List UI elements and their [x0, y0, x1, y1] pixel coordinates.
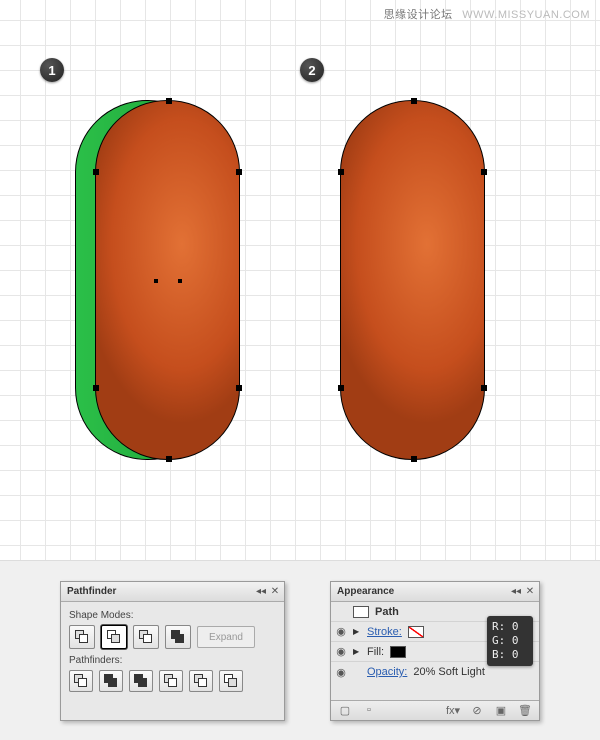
- anchor-point[interactable]: [93, 169, 99, 175]
- clear-appearance-button[interactable]: ⊘: [469, 704, 485, 717]
- fill-label: Fill:: [367, 646, 384, 658]
- stroke-swatch-none[interactable]: [408, 626, 424, 638]
- pathfinders-label: Pathfinders:: [69, 655, 276, 666]
- path-label: Path: [375, 606, 399, 618]
- step-badge-2: 2: [300, 58, 324, 82]
- anchor-point[interactable]: [338, 385, 344, 391]
- shapemode-minus-front-button[interactable]: [101, 625, 127, 649]
- rgb-g: G: 0: [492, 634, 528, 648]
- opacity-label[interactable]: Opacity:: [367, 666, 407, 678]
- path-thumbnail-icon: [353, 606, 369, 618]
- watermark-url: WWW.MISSYUAN.COM: [462, 9, 590, 21]
- opacity-value: 20% Soft Light: [413, 666, 485, 678]
- anchor-point[interactable]: [236, 385, 242, 391]
- panel-header[interactable]: Appearance ◂◂ ✕: [331, 582, 539, 602]
- anchor-point[interactable]: [481, 169, 487, 175]
- clone-appearance-button[interactable]: ▫: [361, 704, 377, 717]
- artboard[interactable]: 思缘设计论坛 WWW.MISSYUAN.COM 1 2: [0, 0, 600, 560]
- visibility-eye-icon[interactable]: ◉: [335, 666, 347, 679]
- pathfinder-merge-button[interactable]: [129, 670, 153, 692]
- stroke-label[interactable]: Stroke:: [367, 626, 402, 638]
- add-effect-button[interactable]: fx▾: [445, 704, 461, 717]
- panel-appearance[interactable]: Appearance ◂◂ ✕ Path ◉ ▶ Stroke: ◉ ▶ Fil…: [330, 581, 540, 721]
- visibility-eye-icon[interactable]: ◉: [335, 625, 347, 638]
- panel-collapse-icon[interactable]: ◂◂: [256, 586, 266, 597]
- expand-button: Expand: [197, 626, 255, 648]
- capsule-orange-1[interactable]: [95, 100, 240, 460]
- rgb-readout: R: 0 G: 0 B: 0: [487, 616, 533, 666]
- panel-title: Appearance: [337, 586, 394, 597]
- step-number: 1: [48, 63, 55, 78]
- handle-point[interactable]: [154, 279, 158, 283]
- anchor-point[interactable]: [93, 385, 99, 391]
- panel-title: Pathfinder: [67, 586, 116, 597]
- shapemode-exclude-button[interactable]: [165, 625, 191, 649]
- new-art-button[interactable]: ▢: [337, 704, 353, 717]
- rgb-r: R: 0: [492, 620, 528, 634]
- duplicate-item-button[interactable]: ▣: [493, 704, 509, 717]
- capsule-orange-2[interactable]: [340, 100, 485, 460]
- panels-area: Pathfinder ◂◂ ✕ Shape Modes: Expand Path…: [0, 560, 600, 740]
- panel-body: Shape Modes: Expand Pathfinders:: [61, 602, 284, 704]
- panel-menu-icon[interactable]: ✕: [525, 586, 535, 597]
- panel-footer: ▢ ▫ fx▾ ⊘ ▣ 🗑: [331, 700, 539, 720]
- pathfinder-trim-button[interactable]: [99, 670, 123, 692]
- anchor-point[interactable]: [481, 385, 487, 391]
- panel-pathfinder[interactable]: Pathfinder ◂◂ ✕ Shape Modes: Expand Path…: [60, 581, 285, 721]
- shapemode-unite-button[interactable]: [69, 625, 95, 649]
- shape-modes-label: Shape Modes:: [69, 610, 276, 621]
- handle-point[interactable]: [178, 279, 182, 283]
- pathfinder-outline-button[interactable]: [189, 670, 213, 692]
- anchor-point[interactable]: [166, 98, 172, 104]
- visibility-eye-icon[interactable]: ◉: [335, 645, 347, 658]
- anchor-point[interactable]: [338, 169, 344, 175]
- anchor-point[interactable]: [411, 456, 417, 462]
- step-badge-1: 1: [40, 58, 64, 82]
- rgb-b: B: 0: [492, 648, 528, 662]
- fill-swatch-black[interactable]: [390, 646, 406, 658]
- panel-menu-icon[interactable]: ✕: [270, 586, 280, 597]
- shapemode-intersect-button[interactable]: [133, 625, 159, 649]
- panel-collapse-icon[interactable]: ◂◂: [511, 586, 521, 597]
- anchor-point[interactable]: [236, 169, 242, 175]
- disclosure-triangle-icon[interactable]: ▶: [353, 627, 361, 636]
- anchor-point[interactable]: [411, 98, 417, 104]
- anchor-point[interactable]: [166, 456, 172, 462]
- step-number: 2: [308, 63, 315, 78]
- pathfinder-divide-button[interactable]: [69, 670, 93, 692]
- delete-item-button[interactable]: 🗑: [517, 704, 533, 717]
- pathfinder-minus-back-button[interactable]: [219, 670, 243, 692]
- pathfinder-crop-button[interactable]: [159, 670, 183, 692]
- expand-label: Expand: [209, 632, 243, 643]
- watermark: 思缘设计论坛 WWW.MISSYUAN.COM: [384, 6, 590, 22]
- watermark-cn: 思缘设计论坛: [384, 9, 453, 21]
- disclosure-triangle-icon[interactable]: ▶: [353, 647, 361, 656]
- panel-header[interactable]: Pathfinder ◂◂ ✕: [61, 582, 284, 602]
